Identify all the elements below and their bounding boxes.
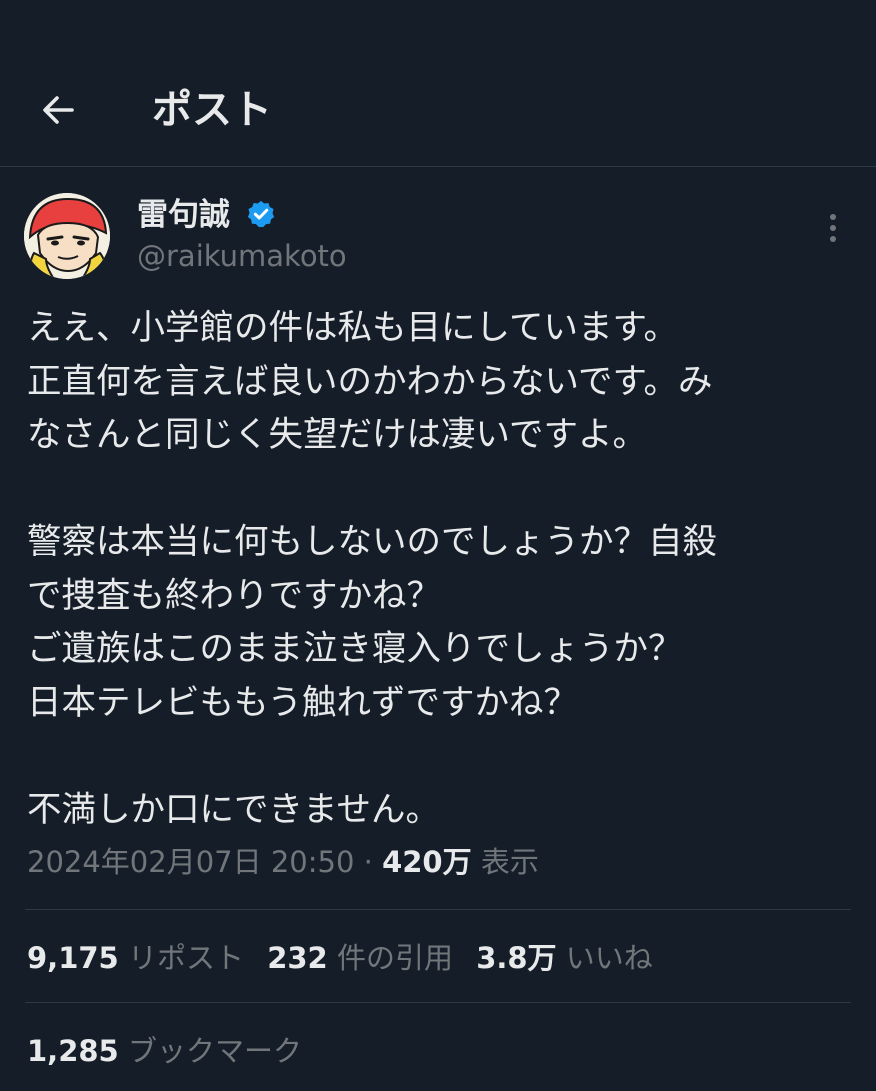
views-count: 420万 (382, 845, 472, 879)
tweet-line (27, 463, 857, 517)
meta-separator: · (363, 845, 373, 879)
engagement-stats: 9,175 リポスト 232 件の引用 3.8万 いいね (27, 936, 653, 980)
bookmarks-stat[interactable]: 1,285 ブックマーク (27, 1029, 302, 1073)
tweet-line (27, 730, 857, 784)
author-handle[interactable]: @raikumakoto (137, 236, 347, 276)
author-display-name[interactable]: 雷句誠 (137, 194, 230, 236)
reposts-count: 9,175 (27, 941, 119, 975)
reposts-stat[interactable]: 9,175 リポスト (27, 936, 244, 980)
tweet-line: 不満しか口にできません。 (27, 789, 440, 830)
likes-label: いいね (565, 941, 653, 975)
divider (25, 1002, 851, 1003)
views-label: 表示 (480, 845, 539, 879)
more-vertical-icon (830, 214, 836, 242)
tweet-line: 正直何を言えば良いのかわからないです。み (27, 361, 713, 402)
bookmarks-label: ブックマーク (127, 1034, 302, 1068)
tweet-line: 警察は本当に何もしないのでしょうか？自殺 (27, 522, 717, 562)
avatar-illustration (24, 193, 110, 279)
quotes-label: 件の引用 (336, 941, 453, 975)
tweet-meta: 2024年02月07日 20:50 · 420万 表示 (27, 840, 539, 884)
tweet-line: ご遺族はこのまま泣き寝入りでしょうか？ (27, 629, 683, 669)
tweet-line: で捜査も終わりですかね？ (27, 575, 441, 616)
more-options-button[interactable] (816, 208, 850, 248)
likes-count: 3.8万 (476, 941, 557, 975)
tweet-line: 日本テレビももう触れずですかね？ (27, 682, 578, 723)
post-datetime[interactable]: 2024年02月07日 20:50 (27, 845, 354, 879)
quotes-count: 232 (267, 941, 328, 975)
likes-stat[interactable]: 3.8万 いいね (476, 936, 653, 980)
avatar[interactable] (24, 193, 110, 279)
tweet-line: ええ、小学館の件は私も目にしています。 (27, 308, 679, 348)
tweet-text: ええ、小学館の件は私も目にしています。 正直何を言えば良いのかわからないです。み… (27, 302, 857, 837)
top-bar: ポスト (0, 0, 876, 167)
back-button[interactable] (30, 82, 86, 138)
verified-badge-icon (247, 200, 275, 228)
tweet-line: なさんと同じく失望だけは凄いですよ。 (27, 415, 647, 455)
quotes-stat[interactable]: 232 件の引用 (267, 936, 453, 980)
reposts-label: リポスト (127, 941, 244, 975)
page-title: ポスト (152, 87, 272, 133)
bookmarks-count: 1,285 (27, 1034, 119, 1068)
arrow-left-icon (43, 96, 74, 124)
divider (25, 909, 851, 910)
